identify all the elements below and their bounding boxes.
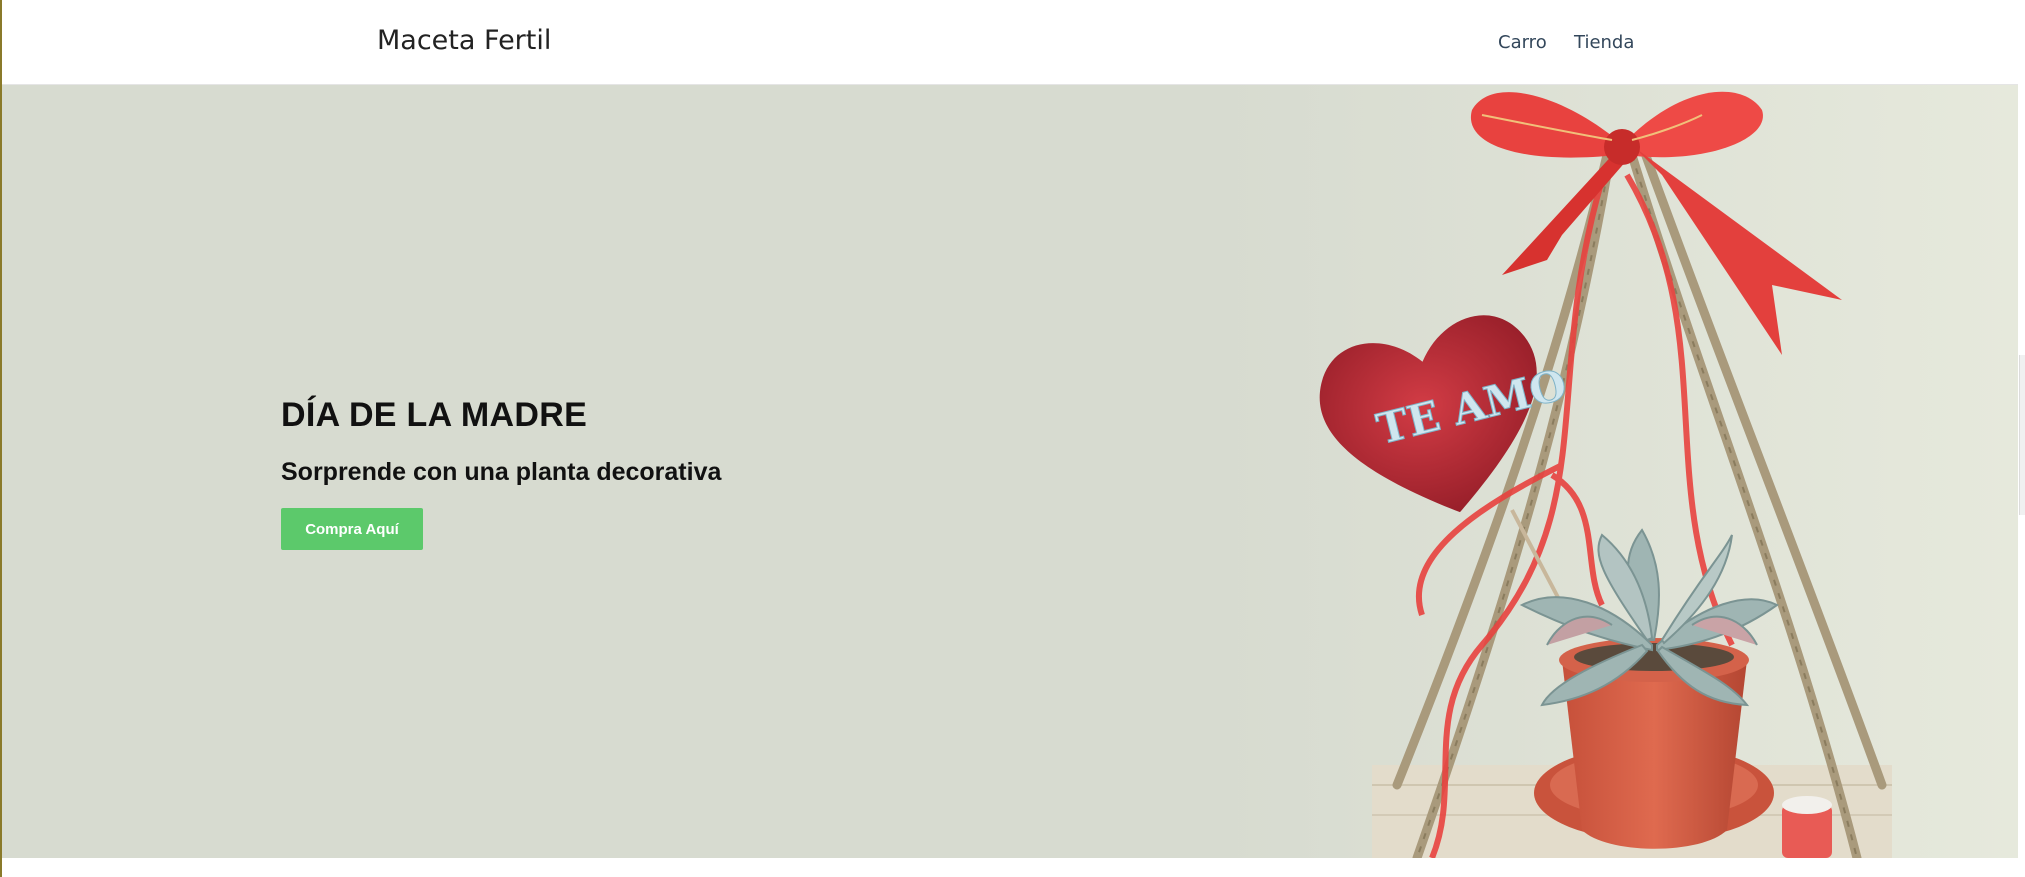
hero-title: DÍA DE LA MADRE bbox=[281, 396, 588, 434]
nav-link-carro[interactable]: Carro bbox=[1498, 32, 1547, 53]
hero-banner: TE AMO DÍA DE LA MADRE Sorprende con una… bbox=[2, 85, 2018, 858]
brand-logo-link[interactable]: Maceta Fertil bbox=[377, 25, 551, 56]
nav-link-tienda[interactable]: Tienda bbox=[1574, 32, 1634, 53]
hero-subtitle: Sorprende con una planta decorativa bbox=[281, 458, 722, 486]
top-navbar: Maceta Fertil Carro Tienda bbox=[2, 0, 2018, 85]
scrollbar-thumb[interactable] bbox=[2019, 355, 2025, 515]
page-bottom-strip bbox=[2, 858, 2018, 877]
shop-now-button[interactable]: Compra Aquí bbox=[281, 508, 423, 550]
